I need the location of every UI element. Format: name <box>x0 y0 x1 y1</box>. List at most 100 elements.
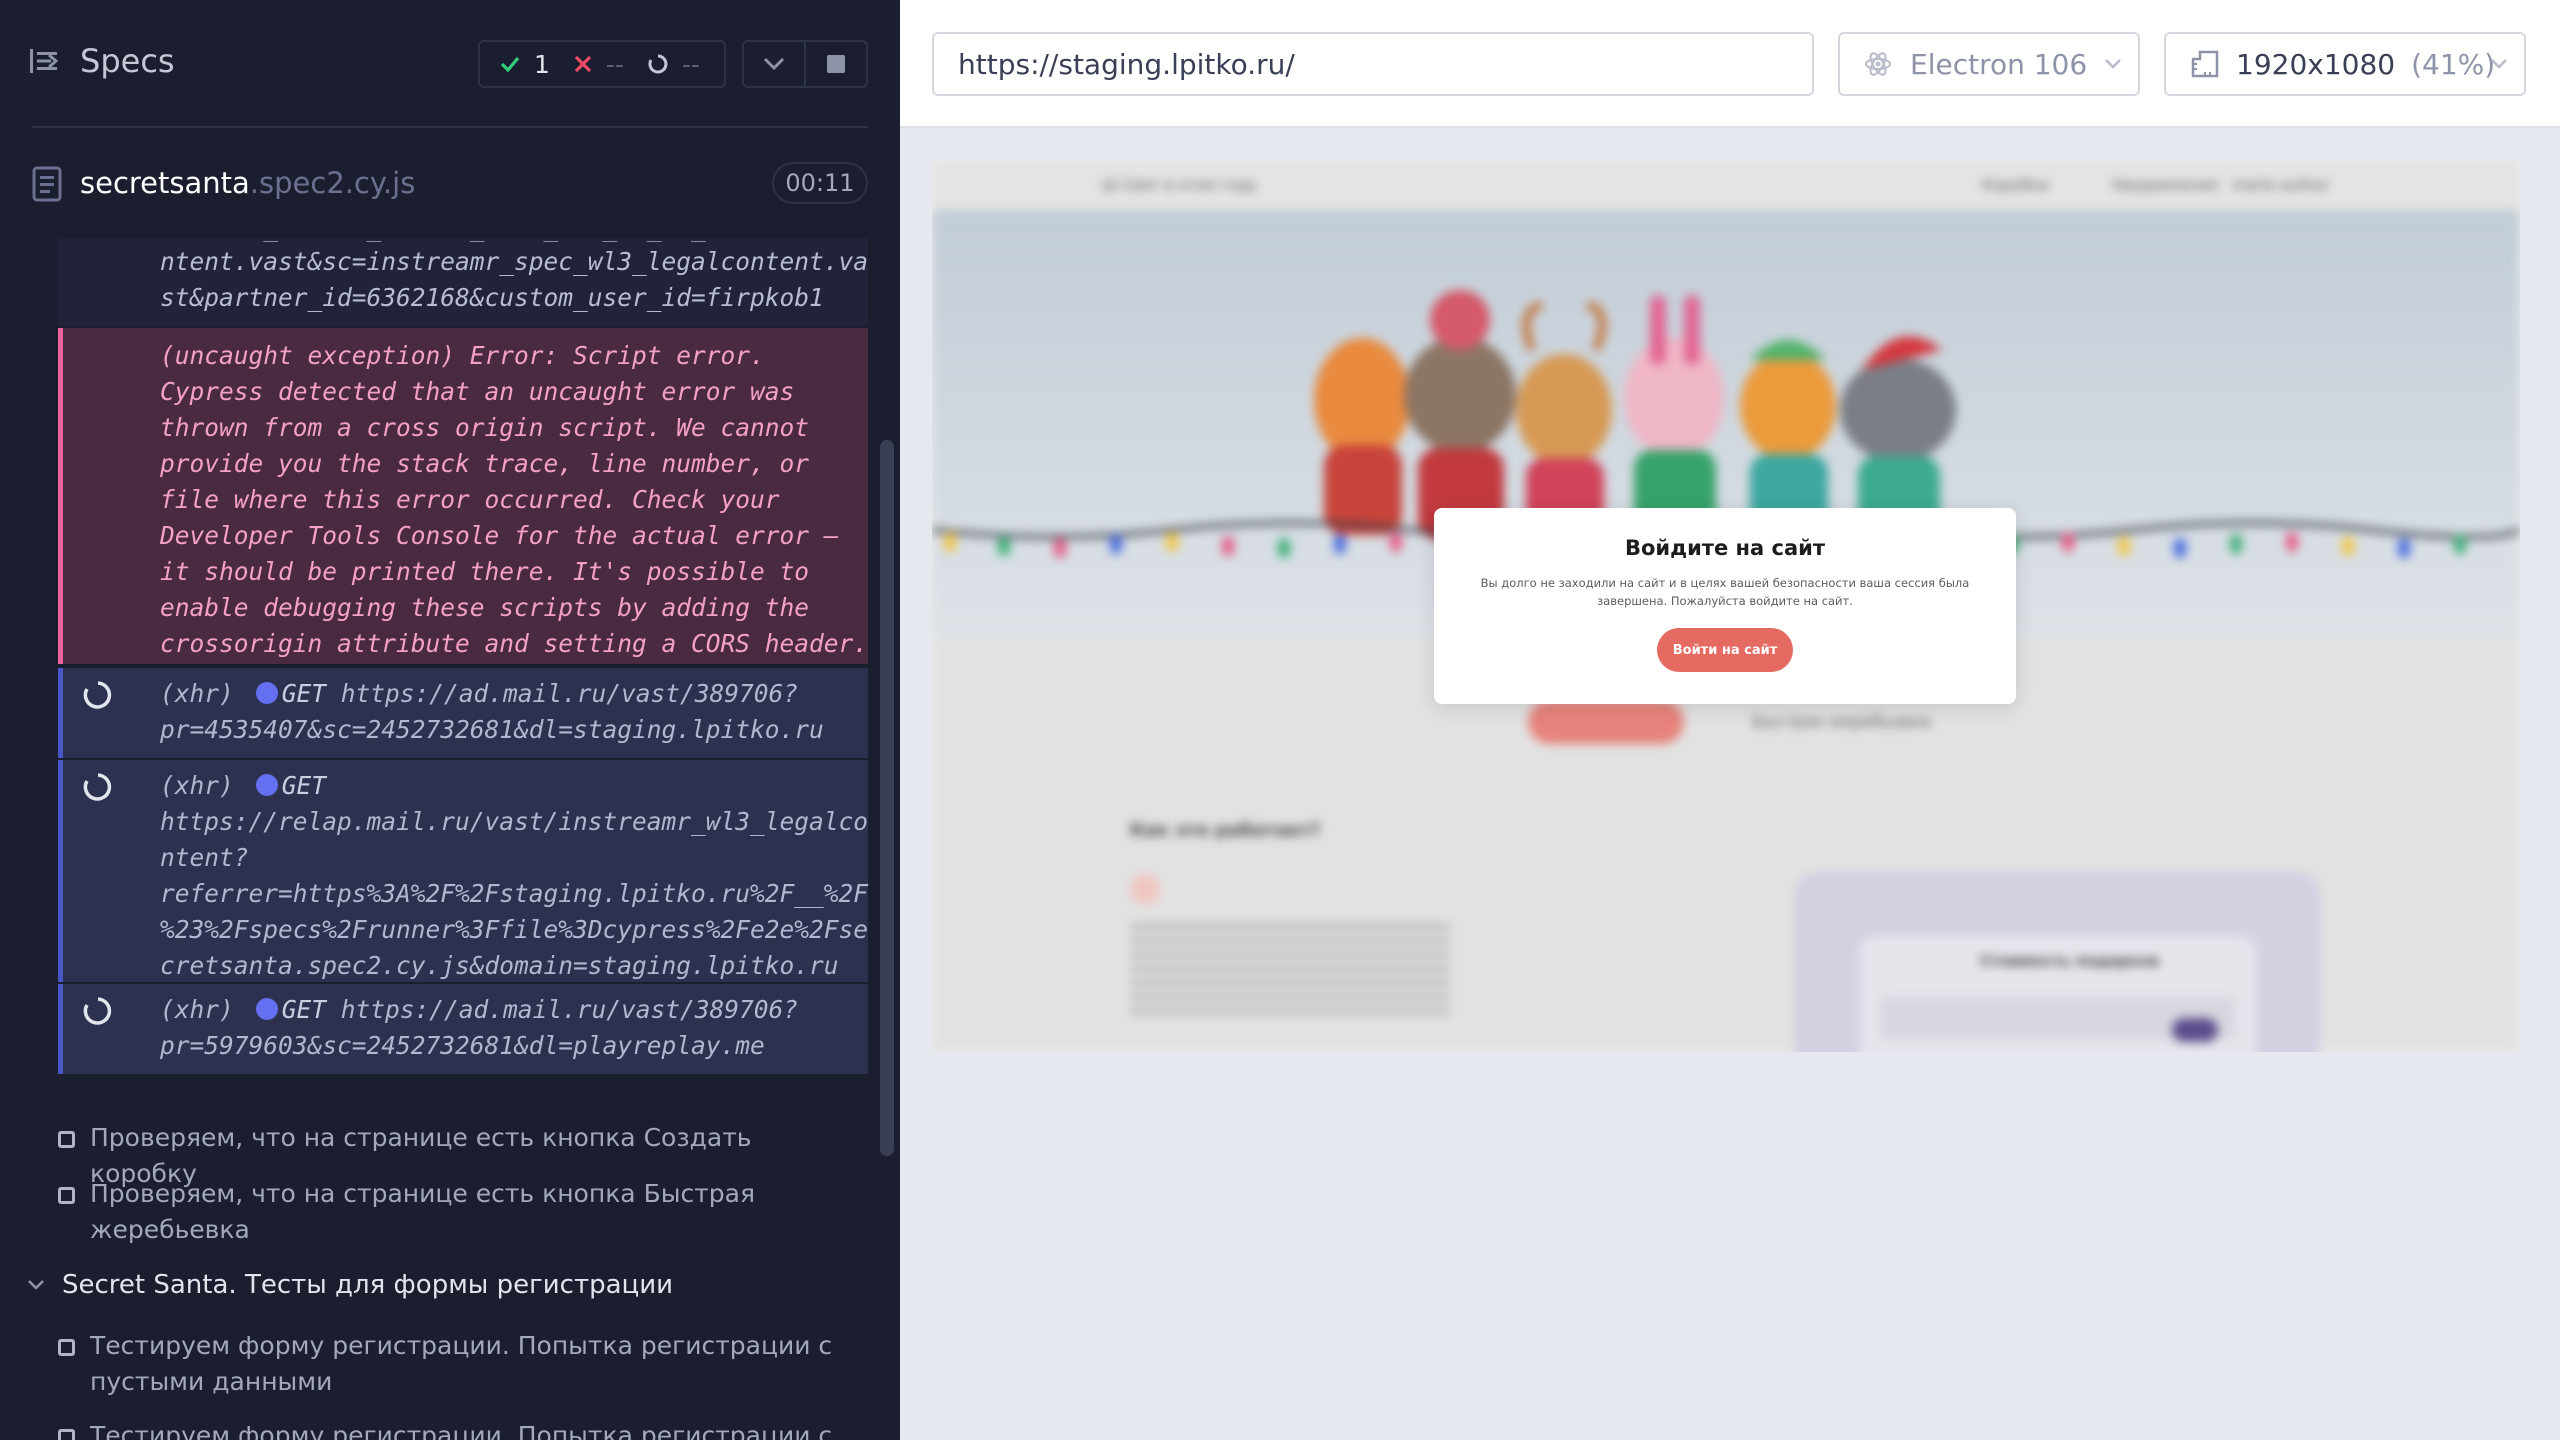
xhr-url-line: referrer=https%3A%2F%2Fstaging.lpitko.ru… <box>160 879 869 908</box>
chevron-down-icon <box>763 57 785 71</box>
specs-label: Specs <box>80 42 175 80</box>
how-it-works-title: Как это работает? <box>1130 820 1321 841</box>
xhr-url: https://ad.mail.ru/vast/389706? <box>340 995 799 1024</box>
site-navbar: Ш Свят в этом году Коробки Уведомления m… <box>932 160 2520 210</box>
error-line: thrown from a cross origin script. We ca… <box>160 413 810 442</box>
passed-stat: 1 <box>500 50 550 79</box>
xhr-status-dot <box>255 682 278 704</box>
xhr-entry[interactable]: (xhr) GET https://ad.mail.ru/vast/389706?… <box>58 668 868 758</box>
header-divider <box>32 126 868 128</box>
failed-count: -- <box>605 49 624 79</box>
xhr-label: (xhr) <box>160 771 234 800</box>
passed-count: 1 <box>534 49 550 79</box>
suite-title: Secret Santa. Тесты для формы регистраци… <box>62 1270 674 1300</box>
error-line: it should be printed there. It's possibl… <box>160 557 810 586</box>
modal-title: Войдите на сайт <box>1624 536 1826 560</box>
error-line: file where this error occurred. Check yo… <box>160 485 780 514</box>
run-controls <box>742 40 868 88</box>
test-title: Тестируем форму регистрации. Попытка рег… <box>90 1421 833 1440</box>
app-under-test[interactable]: Ш Свят в этом году Коробки Уведомления m… <box>932 160 2520 1052</box>
error-line: enable debugging these scripts by adding… <box>160 593 810 622</box>
xhr-status-dot <box>255 998 278 1020</box>
test-title: Тестируем форму регистрации. Попытка рег… <box>90 1331 833 1396</box>
specs-toggle-icon <box>30 49 59 73</box>
login-modal: Войдите на сайт Вы долго не заходили на … <box>1434 508 2016 704</box>
chevron-down-icon <box>2105 59 2121 69</box>
xhr-entry[interactable]: (xhr) GET https://ad.mail.ru/vast/389706?… <box>58 984 868 1074</box>
xhr-url-line: pr=4535407&sc=2452732681&dl=staging.lpit… <box>160 715 824 744</box>
spec-file-ext: .spec2.cy.js <box>249 166 416 200</box>
spec-file-base: secretsanta <box>80 166 250 200</box>
spec-file-name[interactable]: secretsanta.spec2.cy.js <box>80 166 415 200</box>
site-logo: Ш Свят в этом году <box>1102 176 1257 194</box>
test-title: Проверяем, что на странице есть кнопка Б… <box>90 1179 755 1244</box>
stop-icon <box>827 55 845 73</box>
pending-count: -- <box>681 49 700 79</box>
specs-toggle-button[interactable]: Specs <box>30 42 175 80</box>
url-text: https://staging.lpitko.ru/ <box>958 47 1295 81</box>
viewport-scale: (41%) <box>2411 47 2496 81</box>
nav-item[interactable]: Уведомления <box>2112 176 2217 194</box>
pending-test-icon <box>58 1339 75 1356</box>
xhr-url-line: cretsanta.spec2.cy.js&domain=staging.lpi… <box>160 951 839 980</box>
spinner-icon <box>83 681 112 709</box>
cut-off-line: nt...ll_....ll_u....._...._..._.._.._...… <box>160 238 794 246</box>
check-icon <box>500 56 520 73</box>
file-icon <box>32 166 62 206</box>
log-line: st&partner_id=6362168&custom_user_id=fir… <box>160 283 824 312</box>
xhr-status-dot <box>255 774 278 796</box>
login-button[interactable]: Войти на сайт <box>1657 628 1793 672</box>
suite-header[interactable]: Secret Santa. Тесты для формы регистраци… <box>28 1270 673 1300</box>
nav-item[interactable]: marie author <box>2232 176 2330 194</box>
error-line: (uncaught exception) Error: Script error… <box>160 341 765 370</box>
xhr-method: GET <box>281 679 327 708</box>
viewport-size: 1920x1080 <box>2236 47 2396 81</box>
collapse-all-button[interactable] <box>744 42 804 86</box>
spinner-icon <box>83 997 112 1025</box>
xhr-url-line: pr=5979603&sc=2452732681&dl=playreplay.m… <box>160 1031 765 1060</box>
nav-item[interactable]: Коробки <box>1982 176 2049 194</box>
spinner-icon <box>648 54 668 74</box>
xhr-url: https://ad.mail.ru/vast/389706? <box>340 679 799 708</box>
command-log-entry[interactable]: nt...ll_....ll_u....._...._..._.._.._...… <box>58 238 868 326</box>
viewport-selector[interactable]: 1920x1080 (41%) <box>2164 32 2526 96</box>
error-line: provide you the stack trace, line number… <box>160 449 810 478</box>
modal-text: Вы долго не заходили на сайт и в целях в… <box>1480 576 1970 608</box>
pending-test-icon <box>58 1187 75 1204</box>
stop-button[interactable] <box>804 42 866 86</box>
pending-test-icon <box>58 1131 75 1148</box>
browser-selector[interactable]: Electron 106 <box>1838 32 2140 96</box>
test-item[interactable]: Тестируем форму регистрации. Попытка рег… <box>58 1418 858 1440</box>
reporter-panel: Specs 1 -- -- secretsanta.spec2.cy.js 00… <box>0 0 900 1440</box>
log-line: ntent.vast&sc=instreamr_spec_wl3_legalco… <box>160 247 869 276</box>
limit-cost-toggle[interactable] <box>2172 1018 2218 1042</box>
uncaught-exception-entry[interactable]: (uncaught exception) Error: Script error… <box>58 328 868 664</box>
xhr-url-line: %23%2Fspecs%2Frunner%3Ffile%3Dcypress%2F… <box>160 915 869 944</box>
quick-draw-link[interactable]: Быстрая жеребьевка <box>1752 712 1931 731</box>
browser-name: Electron 106 <box>1910 47 2088 81</box>
electron-icon <box>1865 52 1891 76</box>
reporter-header: Specs 1 -- -- <box>0 0 900 130</box>
command-log: nt...ll_....ll_u....._...._..._.._.._...… <box>0 238 880 1440</box>
error-line: Cypress detected that an uncaught error … <box>160 377 795 406</box>
run-duration: 00:11 <box>772 162 868 204</box>
url-bar[interactable]: https://staging.lpitko.ru/ <box>932 32 1814 96</box>
pending-test-icon <box>58 1429 75 1440</box>
cross-icon <box>574 55 592 73</box>
reporter-scrollbar[interactable] <box>880 440 894 1156</box>
chevron-down-icon <box>2491 59 2507 69</box>
xhr-method: GET <box>281 995 327 1024</box>
xhr-url-line: https://relap.mail.ru/vast/instreamr_wl3… <box>160 807 869 836</box>
error-line: Developer Tools Console for the actual e… <box>160 521 839 550</box>
how-it-works-text <box>1130 924 1450 1014</box>
xhr-entry[interactable]: (xhr) GET https://relap.mail.ru/vast/inst… <box>58 760 868 982</box>
test-stats: 1 -- -- <box>478 40 726 88</box>
step-badge <box>1130 874 1160 904</box>
chevron-down-icon <box>28 1280 44 1290</box>
create-box-button[interactable] <box>1528 700 1684 744</box>
spinner-icon <box>83 773 112 801</box>
aut-header: https://staging.lpitko.ru/ Electron 106 … <box>900 0 2560 128</box>
test-item[interactable]: Проверяем, что на странице есть кнопка Б… <box>58 1176 858 1248</box>
test-item[interactable]: Тестируем форму регистрации. Попытка рег… <box>58 1328 858 1400</box>
ruler-icon <box>2191 50 2219 78</box>
